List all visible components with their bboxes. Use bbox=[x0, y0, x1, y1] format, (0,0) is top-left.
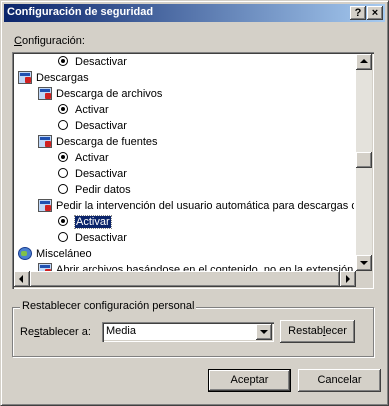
scrollbar-corner bbox=[356, 271, 372, 287]
row-label: Activar bbox=[75, 104, 109, 116]
radio-button[interactable] bbox=[58, 152, 68, 162]
scroll-up-button[interactable] bbox=[356, 54, 372, 70]
arrow-up-icon bbox=[360, 59, 368, 63]
downloads-category-icon bbox=[18, 71, 32, 84]
radio-button[interactable] bbox=[58, 120, 68, 130]
arrow-right-icon bbox=[346, 275, 350, 283]
settings-list: Desactivar Descargas Descarga de archivos A… bbox=[14, 54, 354, 271]
settings-tree[interactable]: Desactivar Descargas Descarga de archivos A… bbox=[12, 52, 374, 289]
help-icon: ? bbox=[354, 7, 362, 19]
radio-button[interactable] bbox=[58, 168, 68, 178]
security-level-select[interactable]: Media bbox=[102, 322, 274, 342]
arrow-left-icon bbox=[19, 275, 23, 283]
reset-to-label: Restablecer a: bbox=[20, 326, 91, 338]
row-label: Activar bbox=[74, 214, 112, 230]
row-label: Pedir la intervención del usuario automá… bbox=[56, 200, 354, 212]
scroll-down-button[interactable] bbox=[356, 255, 372, 271]
row-label: Desactivar bbox=[75, 120, 127, 132]
radio-button[interactable] bbox=[58, 184, 68, 194]
radio-button[interactable] bbox=[58, 56, 68, 66]
settings-label: Configuración: bbox=[14, 35, 85, 47]
setting-icon bbox=[38, 199, 52, 212]
selected-option-label: Activar bbox=[74, 215, 112, 229]
title-bar[interactable]: Configuración de seguridad ? × bbox=[4, 4, 385, 22]
globe-icon bbox=[18, 247, 32, 260]
reset-button[interactable]: Restablecer bbox=[280, 320, 355, 343]
radio-button[interactable] bbox=[58, 104, 68, 114]
setting-icon bbox=[38, 135, 52, 148]
row-label: Desactivar bbox=[75, 56, 127, 68]
arrow-down-icon bbox=[360, 261, 368, 265]
horizontal-scroll-thumb[interactable] bbox=[30, 271, 340, 287]
scroll-right-button[interactable] bbox=[340, 271, 356, 287]
row-label: Pedir datos bbox=[75, 184, 131, 196]
row-label: Descarga de fuentes bbox=[56, 136, 158, 148]
ok-button-label: Aceptar bbox=[230, 374, 269, 386]
row-label: Activar bbox=[75, 152, 109, 164]
close-button[interactable]: × bbox=[367, 6, 383, 20]
row-label: Abrir archivos basándose en el contenido… bbox=[56, 264, 354, 271]
row-label: Desactivar bbox=[75, 168, 127, 180]
setting-icon bbox=[38, 87, 52, 100]
row-label: Descarga de archivos bbox=[56, 88, 163, 100]
cancel-button-label: Cancelar bbox=[317, 374, 362, 386]
ok-button[interactable]: Aceptar bbox=[208, 369, 291, 392]
reset-button-label: Restablecer bbox=[288, 325, 347, 337]
radio-button[interactable] bbox=[58, 232, 68, 242]
radio-button[interactable] bbox=[58, 216, 68, 226]
horizontal-scrollbar[interactable] bbox=[14, 271, 356, 287]
row-label: Misceláneo bbox=[36, 248, 92, 260]
setting-icon bbox=[38, 263, 52, 271]
vertical-scrollbar[interactable] bbox=[356, 54, 372, 271]
reset-group-title: Restablecer configuración personal bbox=[20, 300, 197, 312]
security-level-value: Media bbox=[106, 325, 136, 337]
dropdown-button[interactable] bbox=[256, 324, 272, 340]
scroll-left-button[interactable] bbox=[14, 271, 30, 287]
chevron-down-icon bbox=[260, 330, 268, 334]
row-label: Descargas bbox=[36, 72, 89, 84]
scroll-thumb[interactable] bbox=[356, 152, 372, 168]
row-label: Desactivar bbox=[75, 232, 127, 244]
help-button[interactable]: ? bbox=[350, 6, 366, 20]
window-title: Configuración de seguridad bbox=[7, 6, 154, 18]
close-icon: × bbox=[371, 7, 379, 19]
cancel-button[interactable]: Cancelar bbox=[298, 369, 381, 392]
